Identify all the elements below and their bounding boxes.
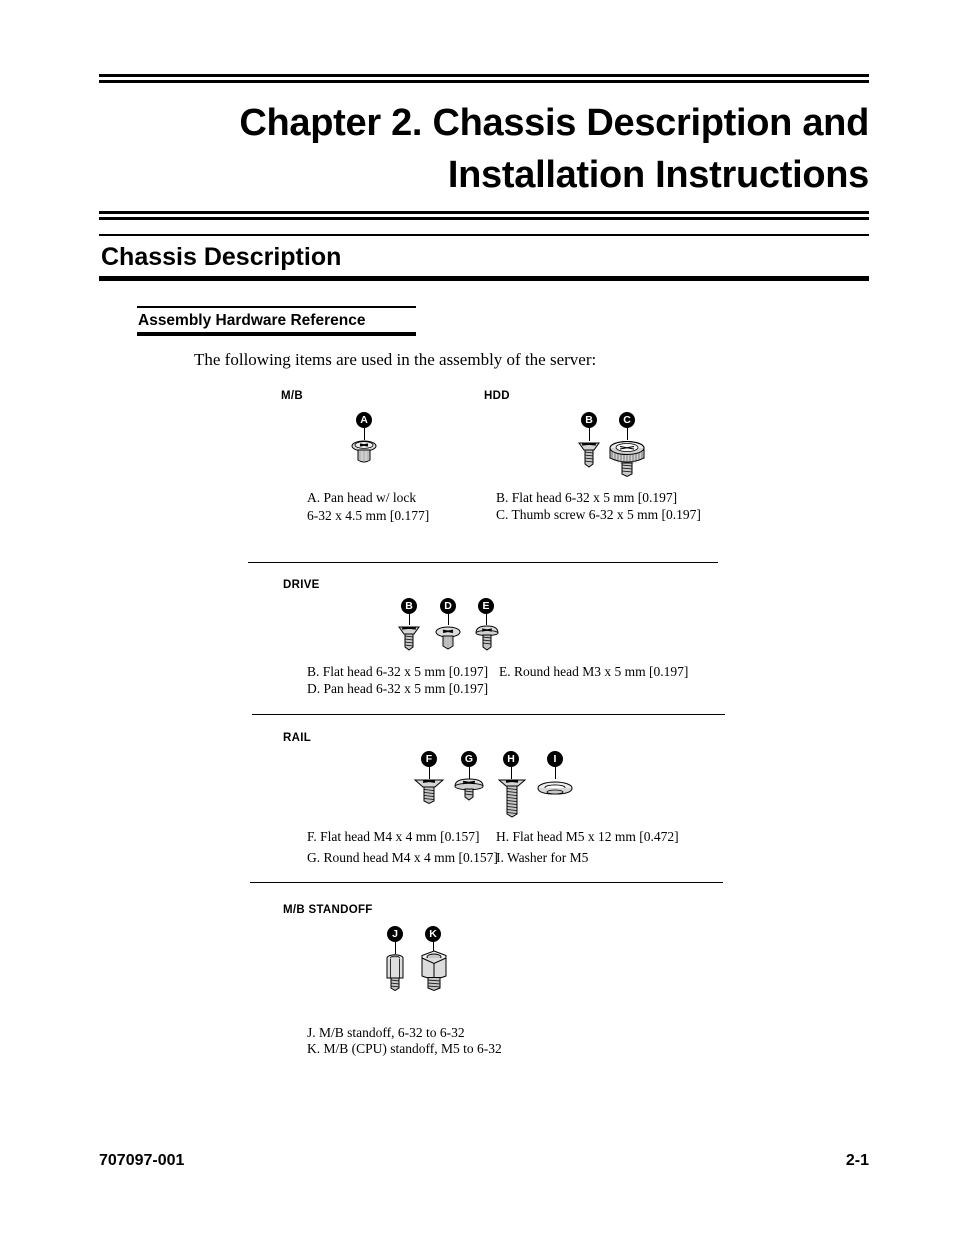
caption-drive-b: B. Flat head 6-32 x 5 mm [0.197] — [307, 664, 489, 679]
screw-illustration-h — [497, 779, 527, 818]
screw-illustration-c — [609, 441, 645, 478]
group-label-hdd: HDD — [484, 390, 510, 402]
callout-c: C — [619, 412, 635, 428]
section-heading: Chassis Description — [101, 243, 342, 271]
subsection-rule-bottom — [137, 332, 416, 336]
screw-illustration-d — [435, 626, 461, 650]
washer-illustration-i — [537, 781, 573, 795]
callout-h: H — [503, 751, 519, 767]
section-rule-bottom — [99, 276, 869, 281]
screw-illustration-f — [413, 779, 445, 805]
page-title: Chapter 2. Chassis Description and Insta… — [239, 102, 869, 196]
group-divider-2 — [252, 714, 725, 715]
caption-rail-f: F. Flat head M4 x 4 mm [0.157] — [307, 829, 480, 844]
section-heading-block: Chassis Description — [99, 234, 869, 281]
caption-standoff-j: J. M/B standoff, 6-32 to 6-32 — [307, 1025, 465, 1040]
screw-illustration-a — [351, 440, 377, 463]
caption-standoff-k: K. M/B (CPU) standoff, M5 to 6-32 — [307, 1041, 502, 1056]
callout-i: I — [547, 751, 563, 767]
caption-rail-g: G. Round head M4 x 4 mm [0.157] — [307, 850, 498, 865]
intro-paragraph: The following items are used in the asse… — [194, 350, 597, 369]
chapter-rule-bottom — [99, 211, 869, 220]
callout-d: D — [440, 598, 456, 614]
chapter-title-block: Chapter 2. Chassis Description and Insta… — [99, 74, 869, 220]
callout-f: F — [421, 751, 437, 767]
caption-hdd-c: C. Thumb screw 6-32 x 5 mm [0.197] — [496, 507, 701, 522]
caption-rail-i: I. Washer for M5 — [496, 850, 589, 865]
subsection-heading: Assembly Hardware Reference — [138, 312, 366, 329]
group-label-rail: RAIL — [283, 732, 312, 744]
callout-g: G — [461, 751, 477, 767]
document-page: Chapter 2. Chassis Description and Insta… — [0, 0, 954, 1235]
screw-illustration-b-drive — [398, 626, 420, 651]
standoff-illustration-k — [421, 950, 447, 992]
callout-k: K — [425, 926, 441, 942]
caption-drive-e: E. Round head M3 x 5 mm [0.197] — [499, 664, 689, 679]
callout-j: J — [387, 926, 403, 942]
callout-a: A — [356, 412, 372, 428]
group-divider-3 — [250, 882, 723, 883]
standoff-illustration-j — [386, 954, 404, 992]
group-label-drive: DRIVE — [283, 579, 320, 591]
group-label-mb-standoff: M/B STANDOFF — [283, 904, 373, 916]
subsection-heading-block: Assembly Hardware Reference — [137, 306, 416, 336]
footer-part-number: 707097-001 — [99, 1152, 185, 1169]
leader-line-i — [555, 767, 556, 779]
screw-illustration-b-hdd — [578, 442, 600, 468]
caption-hdd-b: B. Flat head 6-32 x 5 mm [0.197] — [496, 490, 678, 505]
callout-e: E — [478, 598, 494, 614]
chapter-rule-top — [99, 74, 869, 83]
footer-page-number: 2-1 — [845, 1152, 869, 1169]
callout-b-hdd: B — [581, 412, 597, 428]
caption-drive-d: D. Pan head 6-32 x 5 mm [0.197] — [307, 681, 489, 696]
caption-rail-h: H. Flat head M5 x 12 mm [0.472] — [496, 829, 679, 844]
callout-b-drive: B — [401, 598, 417, 614]
screw-illustration-g — [454, 778, 484, 801]
group-divider-1 — [248, 562, 718, 563]
group-label-mb: M/B — [281, 390, 303, 402]
screw-illustration-e — [475, 625, 499, 651]
caption-mb-a: A. Pan head w/ lock 6-32 x 4.5 mm [0.177… — [307, 490, 430, 523]
